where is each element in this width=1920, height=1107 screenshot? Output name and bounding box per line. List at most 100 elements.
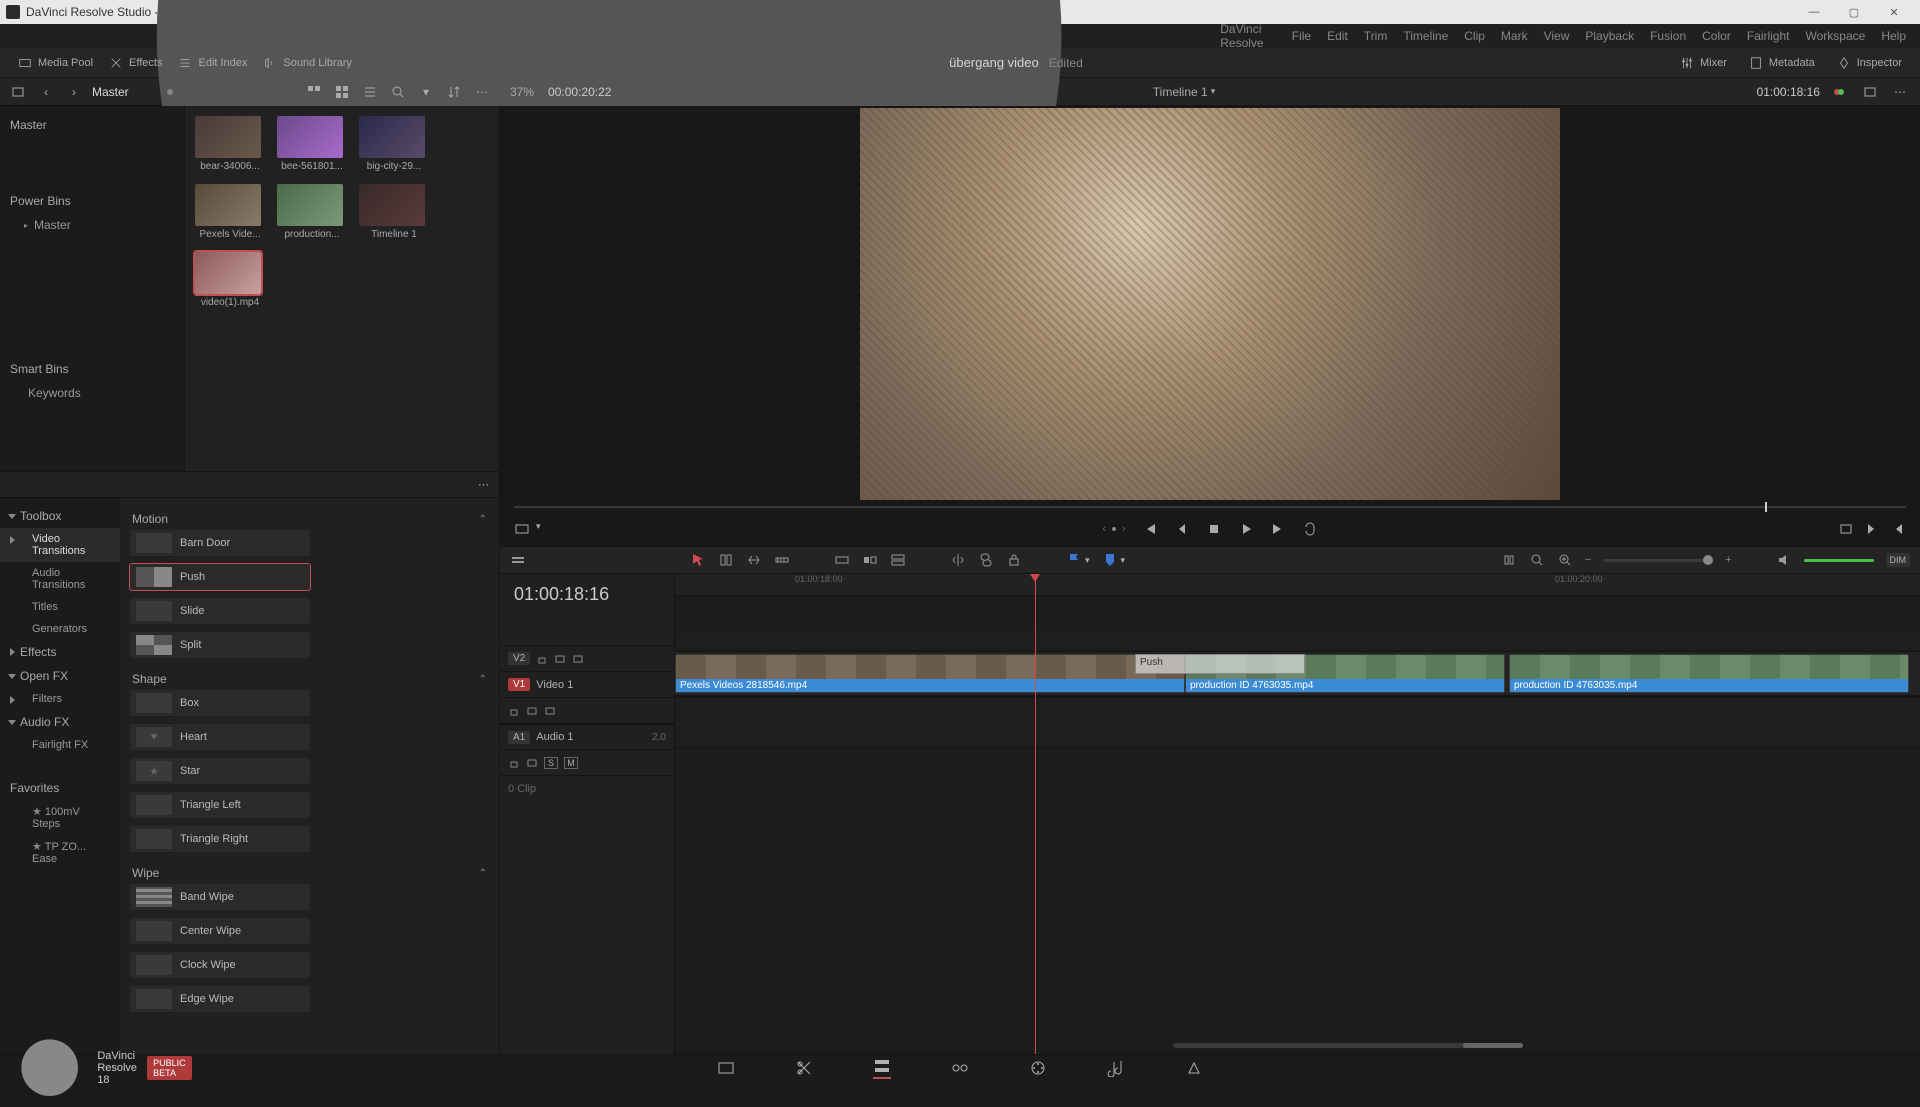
playhead[interactable] (1035, 574, 1036, 1054)
marker-dropdown[interactable]: ▾ (1102, 552, 1126, 568)
step-back-button[interactable] (1174, 521, 1190, 537)
strip-view-button[interactable] (360, 82, 380, 102)
smart-bin-keywords[interactable]: Keywords (0, 382, 184, 404)
media-clip[interactable]: bee-561801... (277, 116, 347, 172)
dim-toggle[interactable]: DIM (1886, 553, 1911, 567)
selection-tool[interactable] (690, 552, 706, 568)
stop-button[interactable] (1206, 521, 1222, 537)
jump-end-button[interactable] (1270, 521, 1286, 537)
arm-icon[interactable] (526, 757, 538, 769)
fx-item-center-wipe[interactable]: Center Wipe (130, 918, 310, 944)
menu-edit[interactable]: Edit (1319, 29, 1356, 43)
fx-cat-favorites[interactable]: Favorites (0, 776, 120, 800)
power-bins-heading[interactable]: Power Bins (0, 188, 184, 214)
thumbnail-view-button[interactable] (304, 82, 324, 102)
loop-button[interactable] (1302, 521, 1318, 537)
fx-cat-generators[interactable]: Generators (0, 618, 120, 640)
effects-toggle[interactable]: Effects (101, 53, 170, 73)
page-color[interactable] (1029, 1059, 1047, 1077)
replace-clip-button[interactable] (890, 552, 906, 568)
track-header-a1[interactable]: A1 Audio 1 2.0 (500, 723, 674, 749)
search-button[interactable] (388, 82, 408, 102)
more-options-button[interactable]: ⋯ (472, 82, 492, 102)
media-clip[interactable]: big-city-29... (359, 116, 429, 172)
transition-drop-preview[interactable]: Push (1135, 654, 1305, 674)
minimize-button[interactable]: — (1794, 0, 1834, 24)
fx-item-slide[interactable]: Slide (130, 598, 310, 624)
viewer-mode-dropdown[interactable]: ▾ (514, 521, 541, 537)
volume-slider[interactable] (1804, 559, 1874, 562)
list-view-button[interactable] (332, 82, 352, 102)
track-header-v1[interactable]: V1 Video 1 (500, 671, 674, 697)
solo-button[interactable]: S (544, 757, 558, 769)
jump-start-button[interactable] (1142, 521, 1158, 537)
fx-item-band-wipe[interactable]: Band Wipe (130, 884, 310, 910)
menu-davinci[interactable]: DaVinci Resolve (1212, 22, 1284, 50)
fx-cat-audiofx[interactable]: Audio FX (0, 710, 120, 734)
track-header-v1-controls[interactable] (500, 697, 674, 723)
inspector-toggle[interactable]: Inspector (1829, 53, 1910, 73)
search-dropdown[interactable]: ▾ (416, 82, 436, 102)
fx-item-triangle-right[interactable]: Triangle Right (130, 826, 310, 852)
menu-fusion[interactable]: Fusion (1642, 29, 1694, 43)
media-clip-timeline[interactable]: Timeline 1 (359, 184, 429, 240)
fx-cat-toolbox[interactable]: Toolbox (0, 504, 120, 528)
page-deliver[interactable] (1185, 1059, 1203, 1077)
page-edit[interactable] (873, 1057, 891, 1075)
bin-master[interactable]: Master (0, 112, 184, 138)
fx-cat-effects[interactable]: Effects (0, 640, 120, 664)
fx-cat-openfx[interactable]: Open FX (0, 664, 120, 688)
menu-mark[interactable]: Mark (1493, 29, 1536, 43)
next-edit-button[interactable] (1864, 521, 1880, 537)
fx-cat-filters[interactable]: Filters (0, 688, 120, 710)
media-pool-toggle[interactable]: Media Pool (10, 53, 101, 73)
single-viewer-button[interactable] (1860, 82, 1880, 102)
fx-cat-audio-transitions[interactable]: Audio Transitions (0, 562, 120, 596)
zoom-out-button[interactable]: − (1585, 554, 1591, 566)
bypass-color-button[interactable] (1830, 82, 1850, 102)
sort-button[interactable] (444, 82, 464, 102)
flag-dropdown[interactable]: ▾ (1066, 552, 1090, 568)
fx-item-heart[interactable]: ♥Heart (130, 724, 310, 750)
fx-group-wipe[interactable]: Wipe⌃ (130, 860, 489, 884)
menu-color[interactable]: Color (1694, 29, 1739, 43)
page-cut[interactable] (795, 1059, 813, 1077)
program-viewer[interactable] (860, 108, 1560, 500)
menu-view[interactable]: View (1536, 29, 1578, 43)
match-frame-button[interactable] (1838, 521, 1854, 537)
media-clip[interactable]: production... (277, 184, 347, 240)
timeline-scrollbar[interactable] (1173, 1043, 1523, 1048)
play-button[interactable] (1238, 521, 1254, 537)
timeline-clip[interactable]: production ID 4763035.mp4 (1509, 654, 1909, 693)
lock-icon[interactable] (508, 705, 520, 717)
fx-more-button[interactable]: ⋯ (478, 478, 489, 491)
auto-select-icon[interactable] (554, 653, 566, 665)
fx-cat-titles[interactable]: Titles (0, 596, 120, 618)
fx-item-clock-wipe[interactable]: Clock Wipe (130, 952, 310, 978)
fx-fav-tpzo[interactable]: ★ TP ZO... Ease (0, 835, 120, 870)
menu-clip[interactable]: Clip (1456, 29, 1493, 43)
fx-item-triangle-left[interactable]: Triangle Left (130, 792, 310, 818)
zoom-slider[interactable] (1603, 559, 1713, 562)
insert-clip-button[interactable] (834, 552, 850, 568)
media-clip[interactable]: bear-34006... (195, 116, 265, 172)
page-media[interactable] (717, 1059, 735, 1077)
mixer-toggle[interactable]: Mixer (1672, 53, 1735, 73)
snap-toggle[interactable] (1501, 552, 1517, 568)
power-bin-master[interactable]: ▸Master (0, 214, 184, 236)
media-clip[interactable]: Pexels Vide... (195, 184, 265, 240)
track-v1[interactable]: Pexels Videos 2818546.mp4 Push productio… (675, 652, 1920, 696)
track-header-a1-controls[interactable]: S M (500, 749, 674, 775)
menu-help[interactable]: Help (1873, 29, 1914, 43)
fx-fav-100mv[interactable]: ★ 100mV Steps (0, 800, 120, 835)
bin-view-dropdown[interactable] (8, 82, 28, 102)
maximize-button[interactable]: ▢ (1834, 0, 1874, 24)
detail-zoom-button[interactable] (1557, 552, 1573, 568)
lock-icon[interactable] (536, 653, 548, 665)
fx-item-star[interactable]: ★Star (130, 758, 310, 784)
auto-select-icon[interactable] (526, 705, 538, 717)
close-button[interactable]: ✕ (1874, 0, 1914, 24)
edit-index-toggle[interactable]: Edit Index (170, 53, 255, 73)
page-fusion[interactable] (951, 1059, 969, 1077)
timeline-ruler[interactable]: 01:00:18:00 01:00:20:00 (675, 574, 1920, 596)
